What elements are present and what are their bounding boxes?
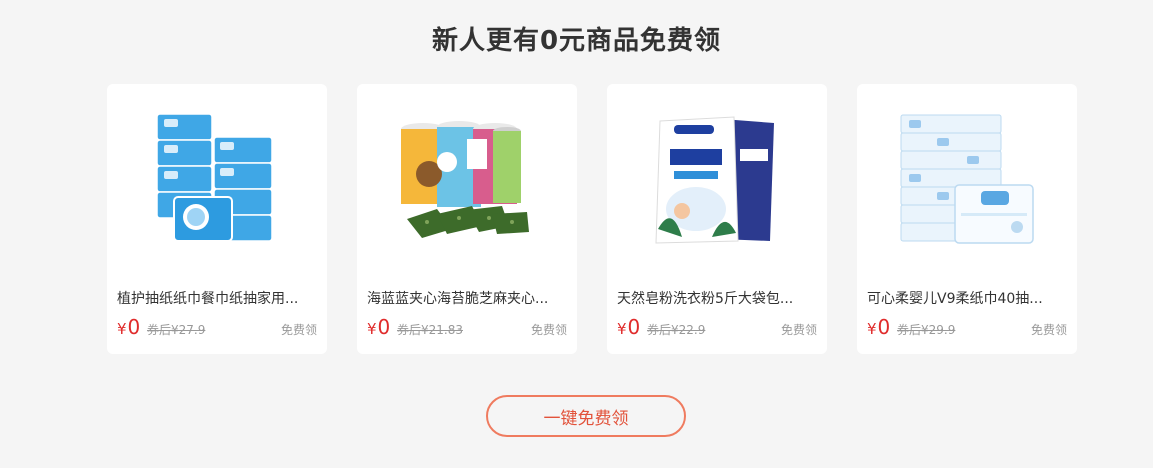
price-row: ¥0 券后¥29.9 免费领 [867, 316, 1067, 338]
baby-tissue-image[interactable] [857, 84, 1077, 274]
free-claim-link[interactable]: 免费领 [1031, 321, 1067, 338]
product-name[interactable]: 天然皂粉洗衣粉5斤大袋包... [617, 288, 817, 308]
product-card[interactable]: 可心柔婴儿V9柔纸巾40抽... ¥0 券后¥29.9 免费领 [857, 84, 1077, 354]
tissue-pack-image[interactable] [107, 84, 327, 274]
section-title: 新人更有0元商品免费领 [431, 26, 722, 56]
current-price: ¥0 [117, 315, 141, 339]
claim-all-button[interactable]: 一键免费领 [486, 395, 686, 437]
current-price: ¥0 [367, 315, 391, 339]
free-claim-link[interactable]: 免费领 [281, 321, 317, 338]
free-claim-link[interactable]: 免费领 [531, 321, 567, 338]
original-price: 券后¥22.9 [647, 323, 706, 337]
price-row: ¥0 券后¥22.9 免费领 [617, 316, 817, 338]
original-price: 券后¥29.9 [897, 323, 956, 337]
price-row: ¥0 券后¥27.9 免费领 [117, 316, 317, 338]
current-price: ¥0 [867, 315, 891, 339]
current-price: ¥0 [617, 315, 641, 339]
original-price: 券后¥27.9 [147, 323, 206, 337]
product-card[interactable]: 海蓝蓝夹心海苔脆芝麻夹心... ¥0 券后¥21.83 免费领 [357, 84, 577, 354]
original-price: 券后¥21.83 [397, 323, 463, 337]
product-name[interactable]: 可心柔婴儿V9柔纸巾40抽... [867, 288, 1067, 308]
seaweed-snack-image[interactable] [357, 84, 577, 274]
product-card[interactable]: 植护抽纸纸巾餐巾纸抽家用... ¥0 券后¥27.9 免费领 [107, 84, 327, 354]
free-claim-link[interactable]: 免费领 [781, 321, 817, 338]
product-name[interactable]: 海蓝蓝夹心海苔脆芝麻夹心... [367, 288, 567, 308]
product-list: 植护抽纸纸巾餐巾纸抽家用... ¥0 券后¥27.9 免费领 海蓝蓝夹心海苔脆芝… [107, 84, 1077, 354]
laundry-powder-image[interactable] [607, 84, 827, 274]
price-row: ¥0 券后¥21.83 免费领 [367, 316, 567, 338]
product-card[interactable]: 天然皂粉洗衣粉5斤大袋包... ¥0 券后¥22.9 免费领 [607, 84, 827, 354]
product-name[interactable]: 植护抽纸纸巾餐巾纸抽家用... [117, 288, 317, 308]
